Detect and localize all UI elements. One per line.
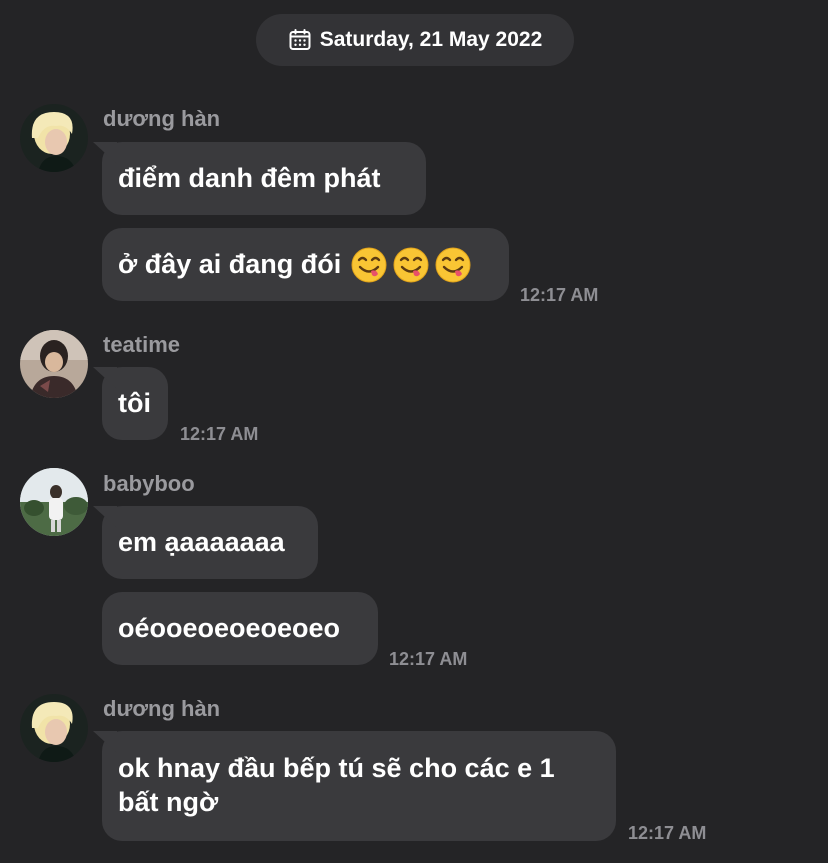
message-text: điểm danh đêm phát — [118, 163, 381, 193]
message-bubble[interactable]: ở đây ai đang đói — [102, 228, 509, 301]
face-savoring-food-emoji — [435, 247, 471, 283]
sender-name: babyboo — [103, 471, 195, 496]
message-timestamp: 12:17 AM — [180, 424, 259, 444]
message-text: ok hnay đầu bếp tú sẽ cho các e 1 bất ng… — [118, 753, 555, 817]
message-text: em ạaaaaaaa — [118, 527, 285, 557]
message-timestamp: 12:17 AM — [389, 649, 468, 669]
message-timestamp: 12:17 AM — [628, 823, 707, 843]
avatar-duong-han[interactable] — [20, 694, 88, 762]
calendar-icon — [289, 29, 311, 50]
date-label: Saturday, 21 May 2022 — [319, 28, 543, 51]
sender-name: dương hàn — [103, 696, 221, 721]
face-savoring-food-emoji — [393, 247, 429, 283]
avatar-duong-han[interactable] — [20, 104, 88, 172]
message-text: ở đây ai đang đói — [118, 249, 342, 279]
message-text: oéooeoeoeoeoeo — [118, 613, 341, 643]
message-text: tôi — [118, 388, 151, 418]
message-bubble[interactable]: em ạaaaaaaa — [102, 506, 318, 579]
avatar-teatime[interactable] — [20, 330, 88, 398]
message-bubble[interactable]: điểm danh đêm phát — [102, 142, 426, 215]
sender-name: teatime — [103, 332, 181, 357]
message-bubble[interactable]: ok hnay đầu bếp tú sẽ cho các e 1 bất ng… — [102, 731, 616, 841]
face-savoring-food-emoji — [351, 247, 387, 283]
message-timestamp: 12:17 AM — [520, 285, 599, 305]
message-bubble[interactable]: oéooeoeoeoeoeo — [102, 592, 378, 665]
date-separator: Saturday, 21 May 2022 — [256, 14, 574, 66]
avatar-babyboo[interactable] — [20, 468, 88, 536]
emoji-group — [351, 247, 471, 283]
message-bubble[interactable]: tôi — [102, 367, 168, 440]
sender-name: dương hàn — [103, 106, 221, 131]
